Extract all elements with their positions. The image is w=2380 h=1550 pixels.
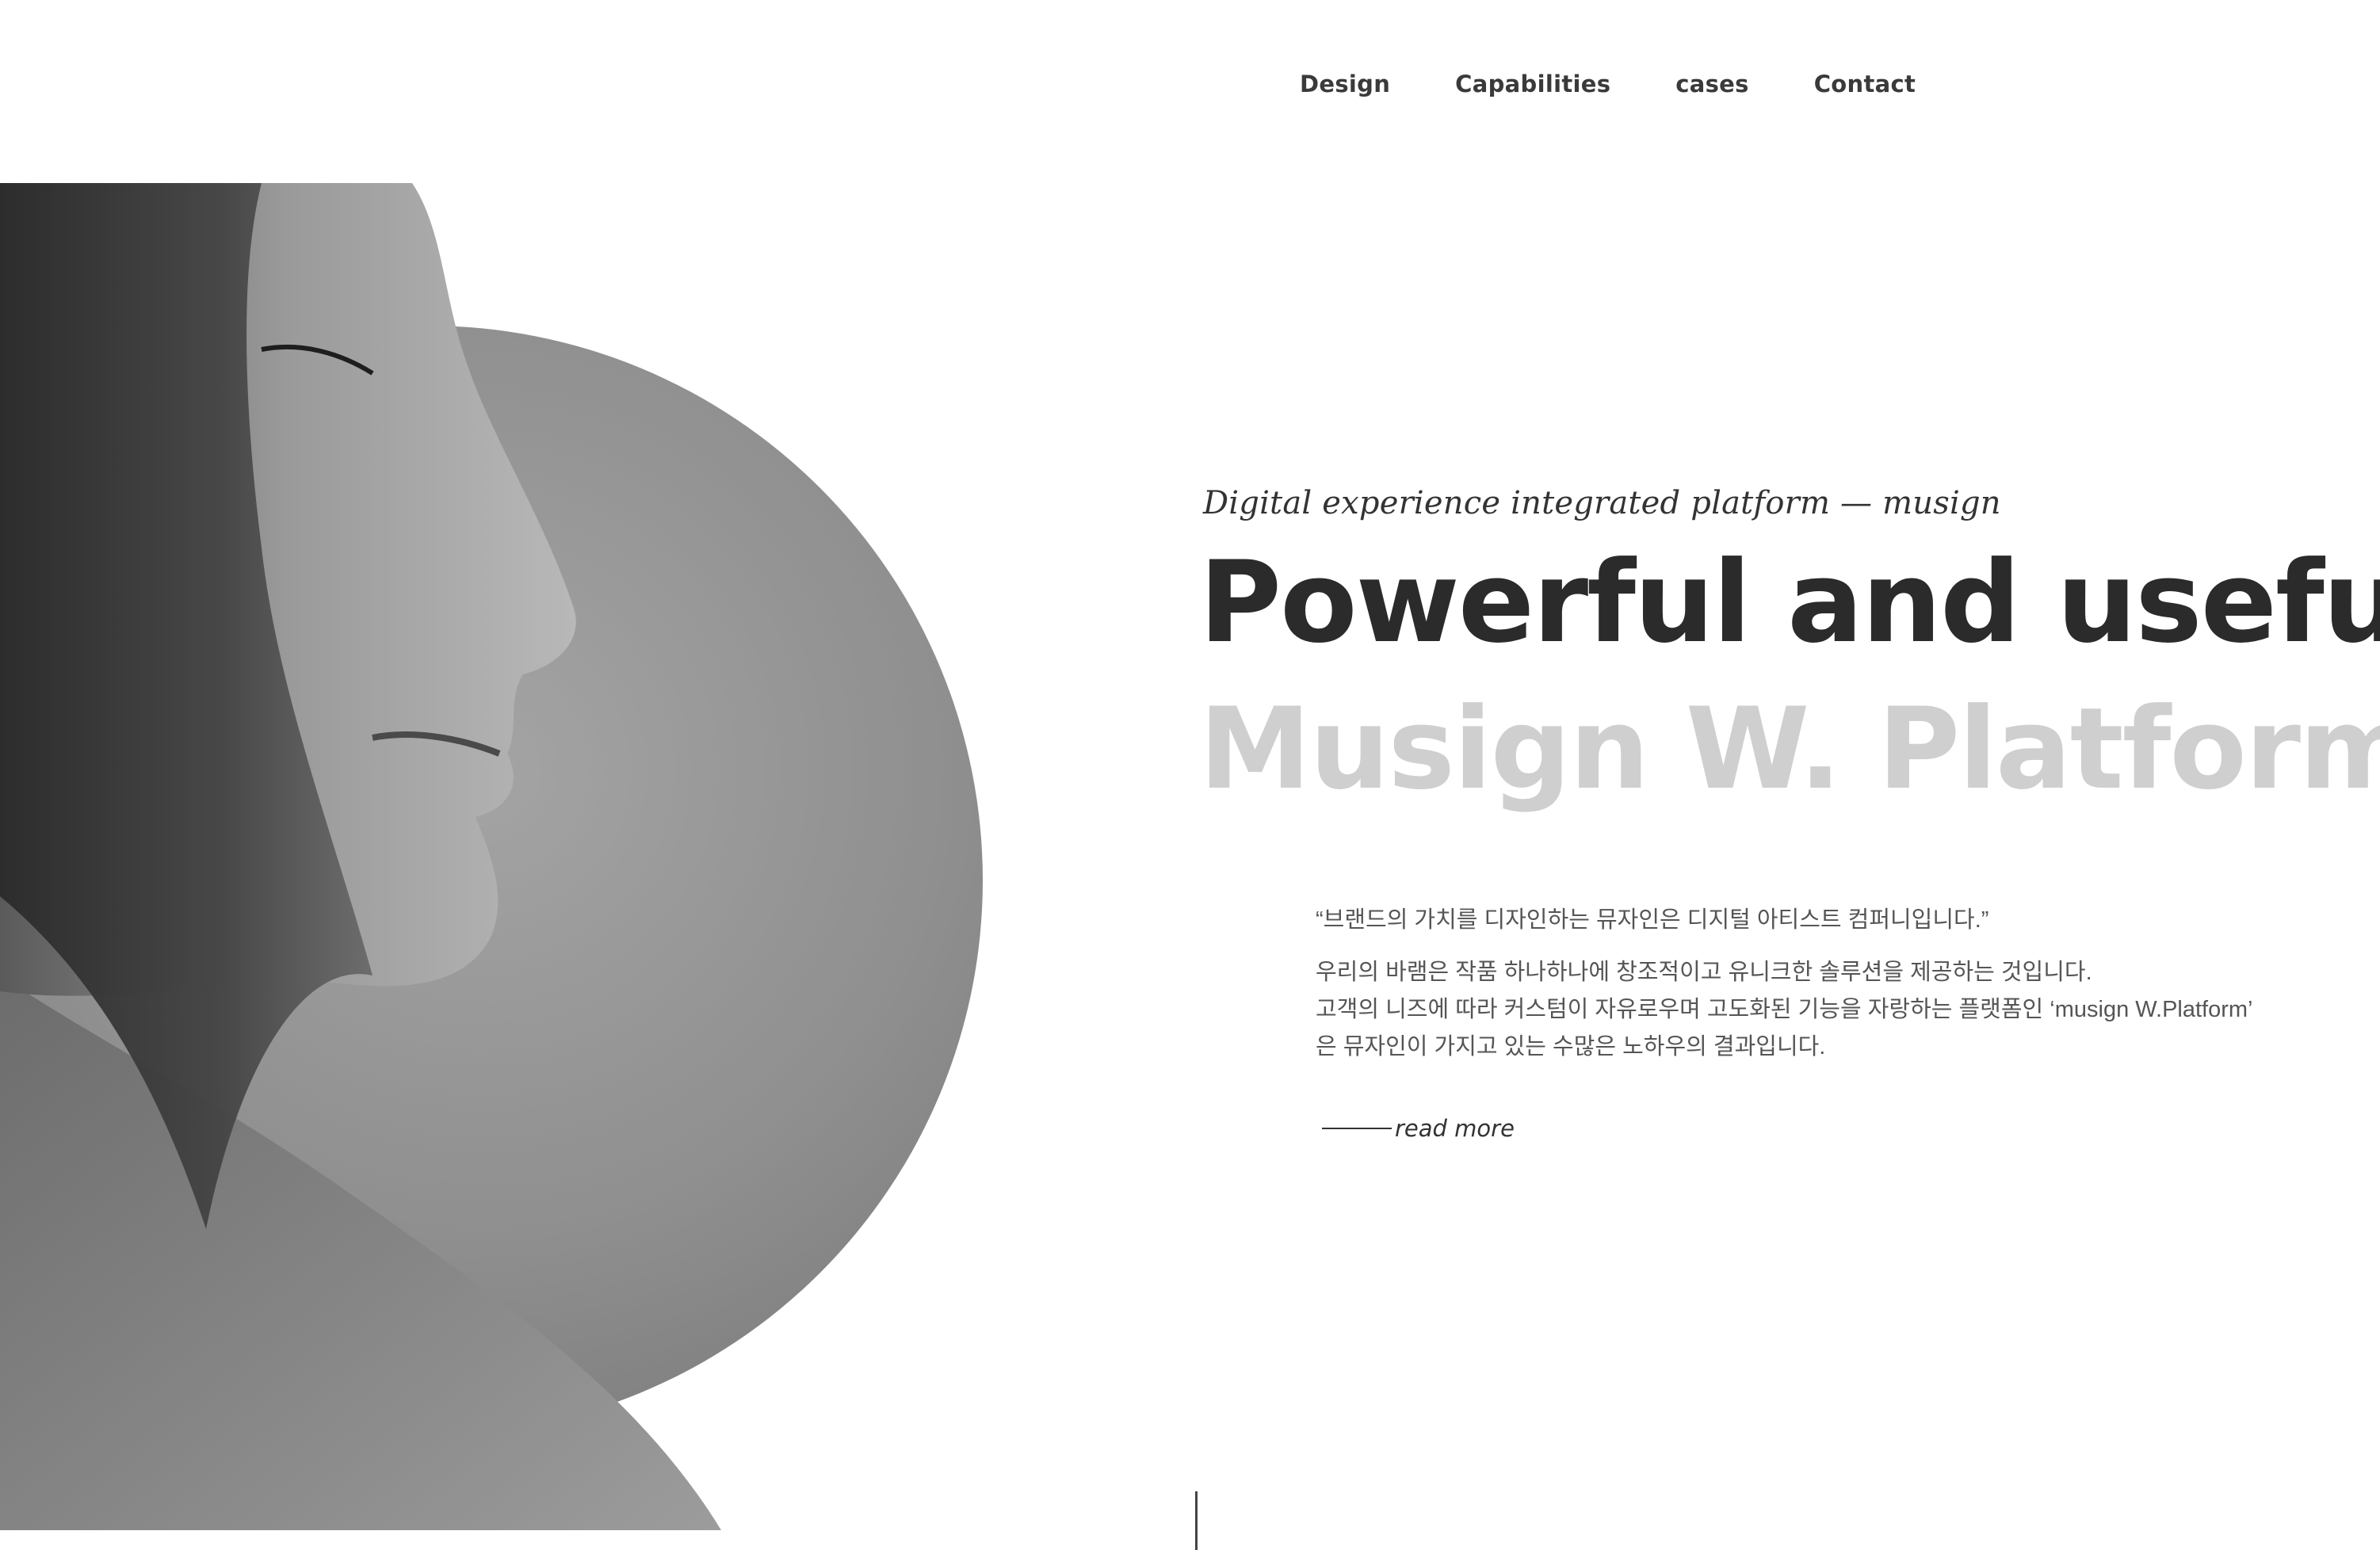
read-more-link[interactable]: read more: [1322, 1115, 1515, 1142]
hero-description: 우리의 바램은 작품 하나하나에 창조적이고 유니크한 솔루션을 제공하는 것입…: [1316, 954, 2346, 1066]
hero-quote: “브랜드의 가치를 디자인하는 뮤자인은 디지털 아티스트 컴퍼니입니다.”: [1316, 907, 1989, 933]
nav-item-cases[interactable]: cases: [1675, 73, 1748, 96]
scroll-indicator-line: [1195, 1491, 1198, 1550]
nav-item-design[interactable]: Design: [1300, 73, 1390, 96]
read-more-dash-icon: [1322, 1128, 1392, 1129]
hero-description-line: 우리의 바램은 작품 하나하나에 창조적이고 유니크한 솔루션을 제공하는 것입…: [1316, 960, 2092, 985]
main-nav: Design Capabilities cases Contact: [1300, 73, 1981, 96]
hero-headline: Powerful and useful: [1199, 537, 2380, 668]
hero-eyebrow-text: Digital experience integrated platform —…: [1203, 485, 2001, 521]
hero-portrait-image: [0, 183, 983, 1530]
hero-description-line: 고객의 니즈에 따라 커스텀이 자유로우며 고도화된 기능을 자랑하는 플랫폼인…: [1316, 997, 2253, 1022]
nav-item-capabilities[interactable]: Capabilities: [1455, 73, 1610, 96]
nav-item-contact[interactable]: Contact: [1814, 73, 1916, 96]
read-more-label: read more: [1395, 1115, 1515, 1142]
hero-description-line: 은 뮤자인이 가지고 있는 수많은 노하우의 결과입니다.: [1316, 1034, 1826, 1059]
hero-subheadline: Musign W. Platform: [1199, 684, 2380, 815]
